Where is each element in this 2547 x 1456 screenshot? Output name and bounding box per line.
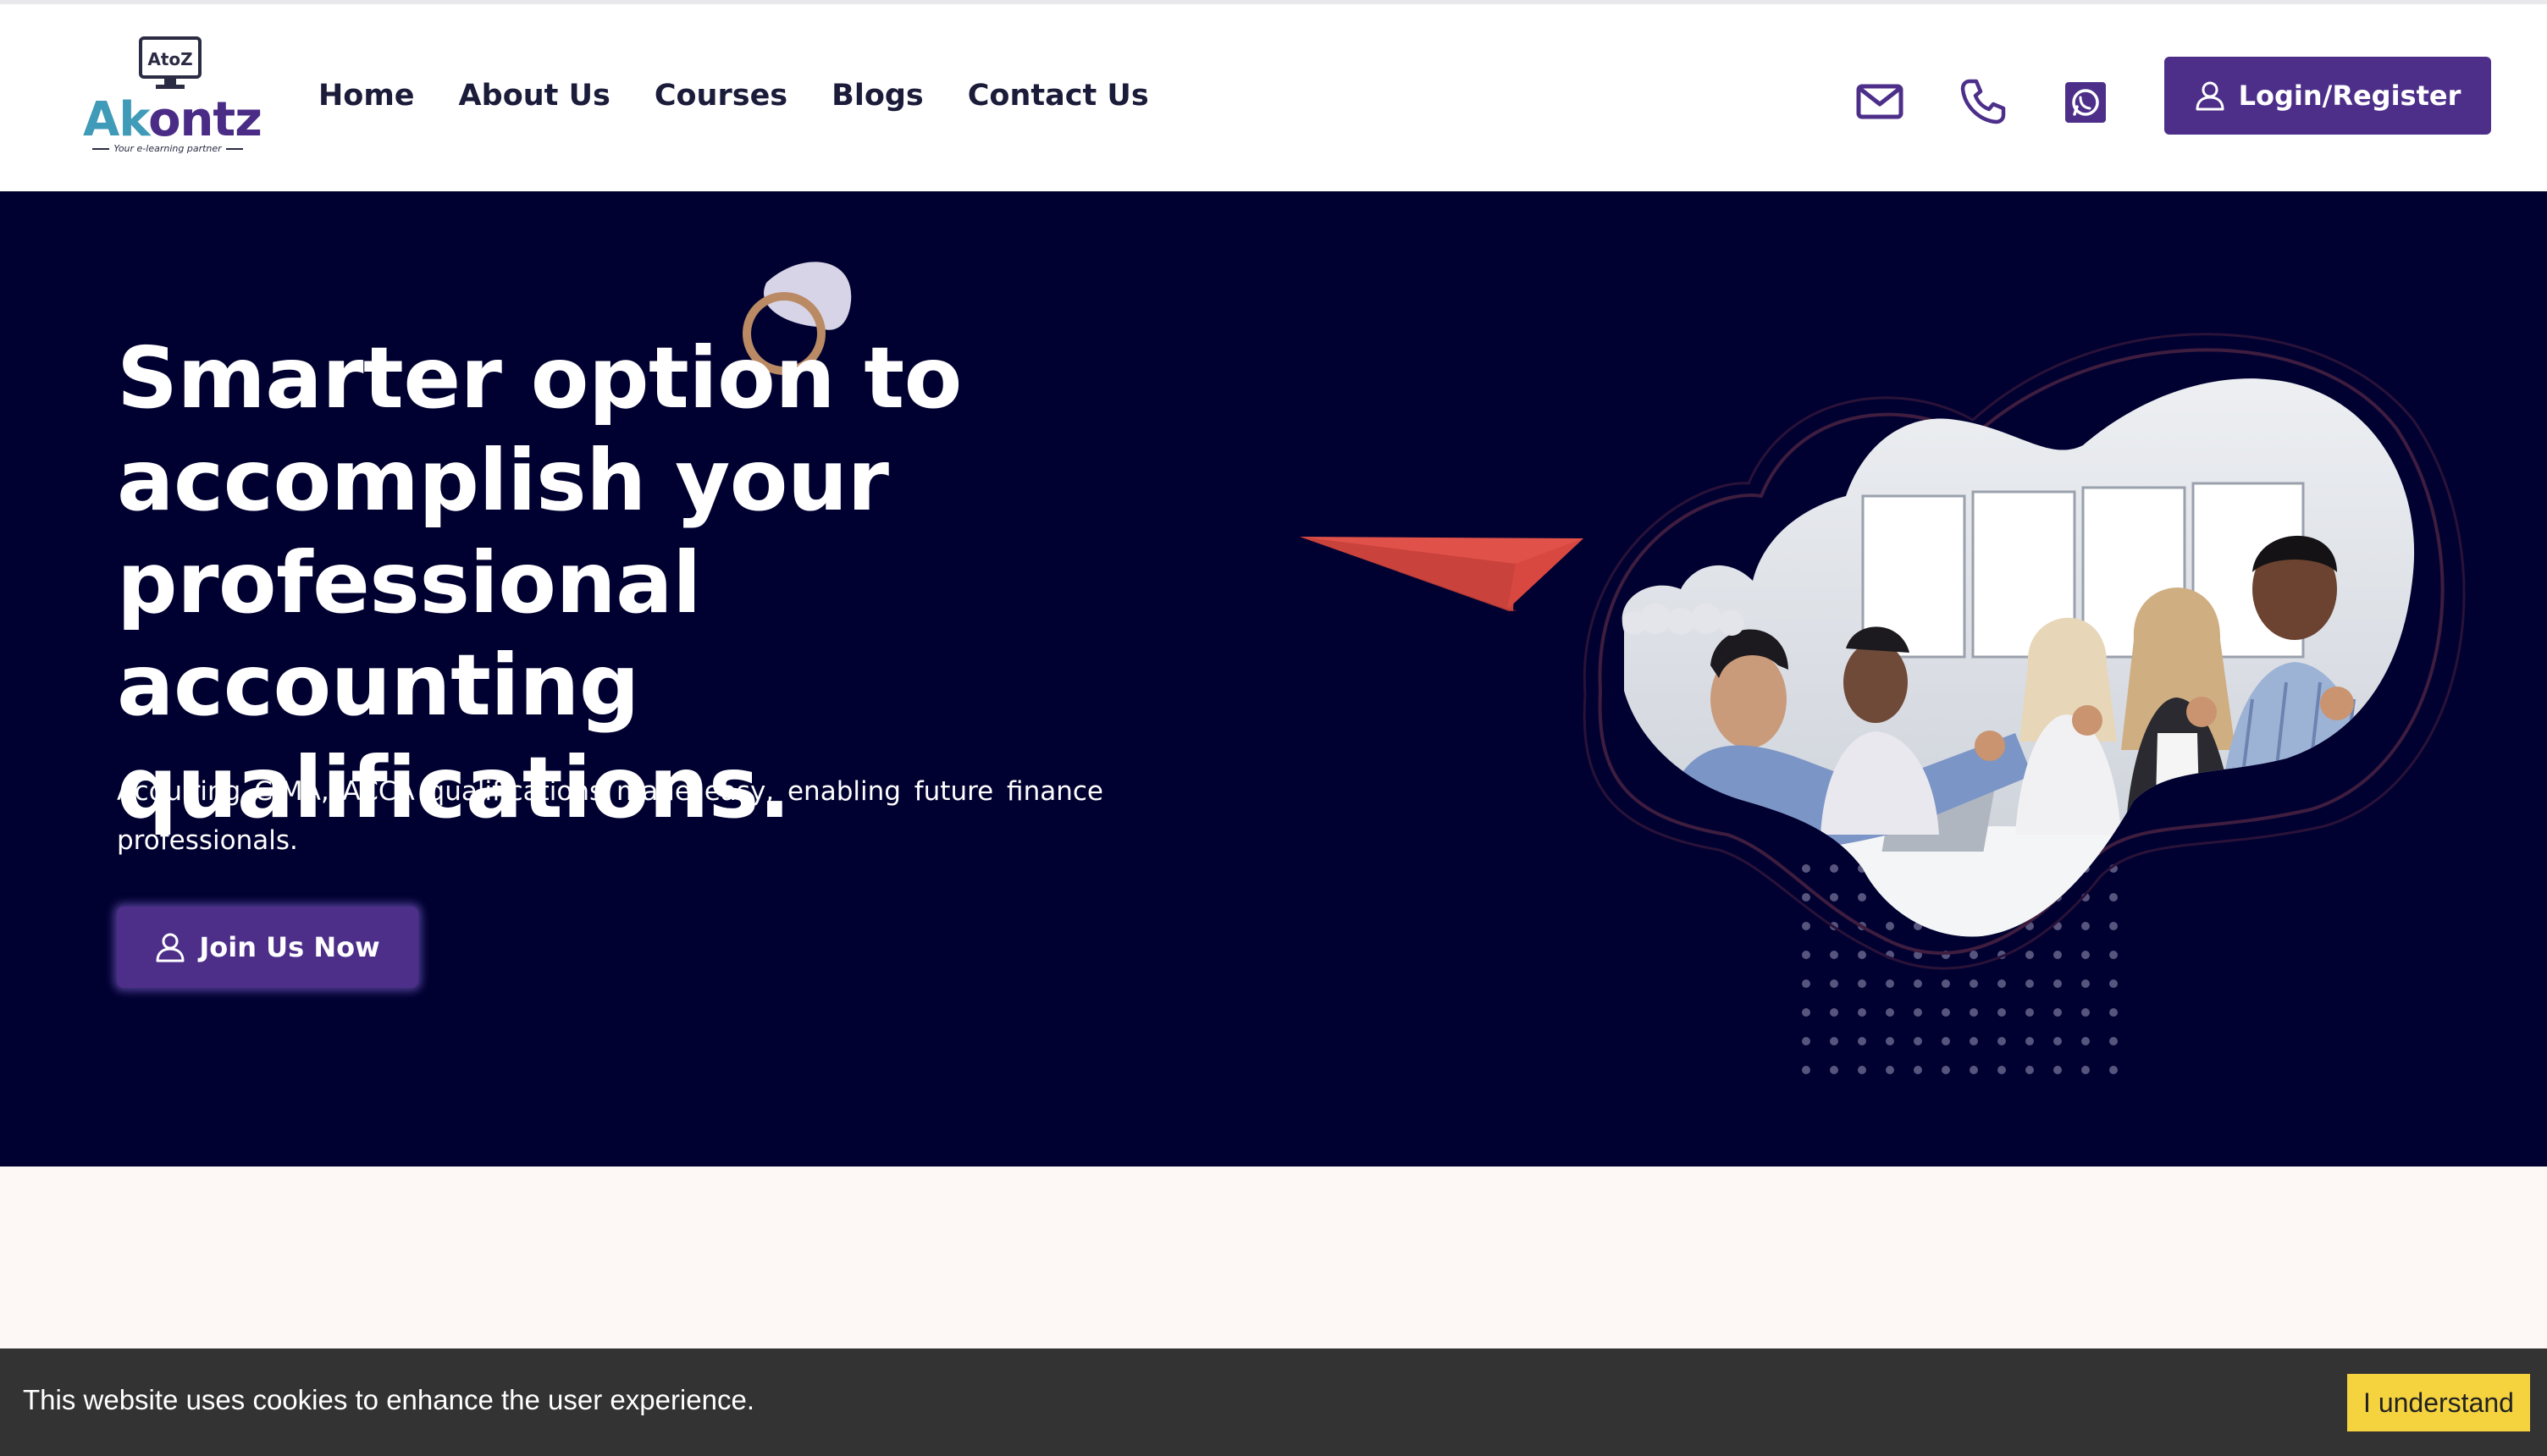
join-us-now-button[interactable]: Join Us Now xyxy=(117,907,418,988)
join-us-now-label: Join Us Now xyxy=(199,931,380,963)
cookie-bar: This website uses cookies to enhance the… xyxy=(0,1348,2547,1456)
logo-word-part1: Ak xyxy=(83,92,149,147)
nav-contact-us[interactable]: Contact Us xyxy=(968,79,1149,113)
user-icon xyxy=(2196,81,2224,111)
logo-word-part2: ontz xyxy=(148,92,262,147)
logo-wordmark: Akontz xyxy=(83,92,262,147)
phone-icon[interactable] xyxy=(1958,76,2008,127)
logo-badge-text: AtoZ xyxy=(147,49,192,69)
nav-courses[interactable]: Courses xyxy=(655,79,787,113)
hero-title: Smarter option to accomplish your profes… xyxy=(117,328,962,837)
site-header: AtoZ Akontz Your e-learning partner Home… xyxy=(0,4,2547,191)
nav-about-us[interactable]: About Us xyxy=(459,79,611,113)
nav-blogs[interactable]: Blogs xyxy=(832,79,924,113)
main-nav: Home About Us Courses Blogs Contact Us xyxy=(318,79,1193,113)
mail-icon[interactable] xyxy=(1854,76,1905,127)
paper-plane-icon xyxy=(1300,537,1583,611)
team-photo xyxy=(1622,378,2415,937)
nav-home[interactable]: Home xyxy=(318,79,415,113)
user-icon xyxy=(156,933,185,962)
cookie-message: This website uses cookies to enhance the… xyxy=(23,1384,754,1415)
hero-subtitle: Acquiring CIMA, ACCA qualifications made… xyxy=(117,776,1103,856)
login-register-label: Login/Register xyxy=(2238,80,2461,112)
hero-section: Smarter option to accomplish your profes… xyxy=(0,191,2547,1166)
whatsapp-icon[interactable] xyxy=(2061,76,2112,127)
login-register-button[interactable]: Login/Register xyxy=(2164,57,2491,135)
akontz-logo[interactable]: AtoZ Akontz Your e-learning partner xyxy=(78,35,264,163)
cookie-accept-button[interactable]: I understand xyxy=(2347,1374,2530,1431)
logo-tagline: Your e-learning partner xyxy=(78,143,257,154)
content-section xyxy=(0,1166,2547,1348)
